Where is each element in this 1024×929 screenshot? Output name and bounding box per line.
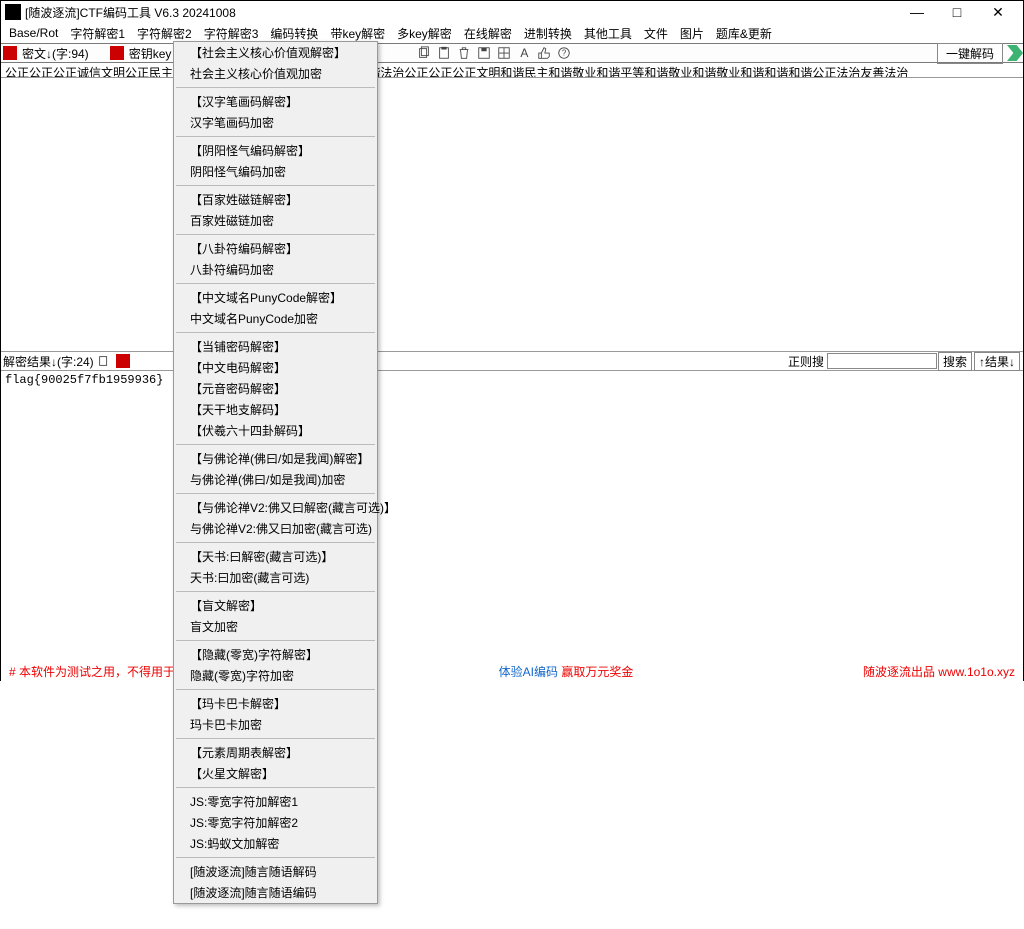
minimize-button[interactable]: — [897, 1, 937, 23]
menu-with-key[interactable]: 带key解密 [324, 25, 391, 42]
output-pane[interactable]: flag{90025f7fb1959936} [1, 371, 1023, 929]
close-button[interactable]: ✕ [977, 1, 1019, 23]
menu-item[interactable]: JS:蚂蚁文加解密 [174, 833, 377, 854]
menu-item[interactable]: 中文域名PunyCode加密 [174, 308, 377, 329]
menu-item[interactable]: 【社会主义核心价值观解密】 [174, 42, 377, 63]
thumbs-up-icon[interactable] [536, 45, 552, 61]
menu-multi-key[interactable]: 多key解密 [391, 25, 458, 42]
paste-icon[interactable] [436, 45, 452, 61]
menu-item[interactable]: 【百家姓磁链解密】 [174, 189, 377, 210]
menubar: Base/Rot 字符解密1 字符解密2 字符解密3 编码转换 带key解密 多… [1, 23, 1023, 43]
menu-item[interactable]: 玛卡巴卡加密 [174, 714, 377, 735]
menu-item[interactable]: 与佛论禅(佛曰/如是我闻)加密 [174, 469, 377, 490]
result-flag-icon[interactable] [116, 354, 130, 368]
result-copy-icon[interactable] [96, 353, 112, 369]
menu-item[interactable]: 【八卦符编码解密】 [174, 238, 377, 259]
run-arrow-icon[interactable] [1007, 45, 1023, 61]
menu-item[interactable]: 【与佛论禅(佛曰/如是我闻)解密】 [174, 448, 377, 469]
copy-icon[interactable] [416, 45, 432, 61]
menu-decode2[interactable]: 字符解密2 [131, 25, 198, 42]
save-icon[interactable] [476, 45, 492, 61]
cipher-icon [3, 46, 17, 60]
menu-item[interactable]: 【火星文解密】 [174, 763, 377, 784]
trash-icon[interactable] [456, 45, 472, 61]
footer: # 本软件为测试之用，不得用于任何非法及商业用途 # 体验AI编码 赢取万元奖金… [1, 662, 1023, 680]
decode-button[interactable]: 一键解码 [937, 43, 1003, 64]
menu-decode3[interactable]: 字符解密3 [198, 25, 265, 42]
menu-item[interactable]: 【天书:曰解密(藏言可选)】 [174, 546, 377, 567]
credit: 随波逐流出品 www.1o1o.xyz [863, 663, 1015, 680]
app-icon [5, 4, 21, 20]
menu-item[interactable]: 【元音密码解密】 [174, 378, 377, 399]
menu-item[interactable]: 百家姓磁链加密 [174, 210, 377, 231]
regex-label: 正则搜 [785, 353, 827, 370]
key-label: 密钥key [126, 45, 175, 62]
key-icon [110, 46, 124, 60]
menu-item[interactable]: 与佛论禅V2:佛又曰加密(藏言可选) [174, 518, 377, 539]
menu-item[interactable]: [随波逐流]随言随语编码 [174, 882, 377, 903]
menu-item[interactable]: 阴阳怪气编码加密 [174, 161, 377, 182]
menu-update[interactable]: 题库&更新 [710, 25, 778, 42]
menu-encode-convert[interactable]: 编码转换 [264, 25, 324, 42]
menu-item[interactable]: 盲文加密 [174, 616, 377, 637]
menu-base[interactable]: Base/Rot [3, 26, 64, 40]
menu-other-tools[interactable]: 其他工具 [578, 25, 638, 42]
titlebar: [随波逐流]CTF编码工具 V6.3 20241008 — □ ✕ [1, 1, 1023, 23]
window-controls: — □ ✕ [897, 1, 1019, 23]
prize-text[interactable]: 体验AI编码 赢取万元奖金 [499, 663, 634, 680]
result-bar: 解密结果↓(字:24) 双11超 正则搜 搜索 ↑结果↓ [1, 351, 1023, 371]
cipher-input[interactable]: 公正公正公正诚信文明公正民主公正 强和谐文明和谐平等公正公正和谐法治公正公正公正… [1, 63, 1023, 78]
cipher-label: 密文↓(字:94) [19, 45, 92, 62]
svg-text:?: ? [562, 49, 567, 58]
menu-image[interactable]: 图片 [674, 25, 710, 42]
result-nav-button[interactable]: ↑结果↓ [974, 352, 1020, 371]
menu-item[interactable]: [随波逐流]随言随语解码 [174, 861, 377, 882]
menu-item[interactable]: 【当铺密码解密】 [174, 336, 377, 357]
menu-item[interactable]: 【中文域名PunyCode解密】 [174, 287, 377, 308]
menu-item[interactable]: 天书:曰加密(藏言可选) [174, 567, 377, 588]
menu-item[interactable]: 【汉字笔画码解密】 [174, 91, 377, 112]
menu-item[interactable]: 汉字笔画码加密 [174, 112, 377, 133]
menu-item[interactable]: JS:零宽字符加解密2 [174, 812, 377, 833]
menu-item[interactable]: 【隐藏(零宽)字符解密】 [174, 644, 377, 665]
menu-decode1[interactable]: 字符解密1 [64, 25, 131, 42]
menu-item[interactable]: 【与佛论禅V2:佛又曰解密(藏言可选)】 [174, 497, 377, 518]
result-label: 解密结果↓(字:24) [3, 353, 94, 370]
menu-item[interactable]: 【阴阳怪气编码解密】 [174, 140, 377, 161]
maximize-button[interactable]: □ [937, 1, 977, 23]
menu-item[interactable]: 八卦符编码加密 [174, 259, 377, 280]
menu-item[interactable]: 【中文电码解密】 [174, 357, 377, 378]
menu-item[interactable]: 社会主义核心价值观加密 [174, 63, 377, 84]
search-button[interactable]: 搜索 [938, 352, 972, 371]
font-icon[interactable]: A [516, 45, 532, 61]
menu-item[interactable]: JS:零宽字符加解密1 [174, 791, 377, 812]
menu-item[interactable]: 【玛卡巴卡解密】 [174, 693, 377, 714]
menu-item[interactable]: 【伏羲六十四卦解码】 [174, 420, 377, 441]
help-icon[interactable]: ? [556, 45, 572, 61]
dropdown-menu: 【社会主义核心价值观解密】社会主义核心价值观加密【汉字笔画码解密】汉字笔画码加密… [173, 41, 378, 904]
menu-item[interactable]: 隐藏(零宽)字符加密 [174, 665, 377, 686]
menu-online[interactable]: 在线解密 [458, 25, 518, 42]
search-input[interactable] [827, 353, 937, 369]
menu-item[interactable]: 【天干地支解码】 [174, 399, 377, 420]
menu-radix[interactable]: 进制转换 [518, 25, 578, 42]
menu-file[interactable]: 文件 [638, 25, 674, 42]
menu-item[interactable]: 【元素周期表解密】 [174, 742, 377, 763]
menu-item[interactable]: 【盲文解密】 [174, 595, 377, 616]
toolbar: 密文↓(字:94) 密钥key A ? 一键解码 [1, 43, 1023, 63]
window-title: [随波逐流]CTF编码工具 V6.3 20241008 [25, 4, 897, 21]
grid-icon[interactable] [496, 45, 512, 61]
